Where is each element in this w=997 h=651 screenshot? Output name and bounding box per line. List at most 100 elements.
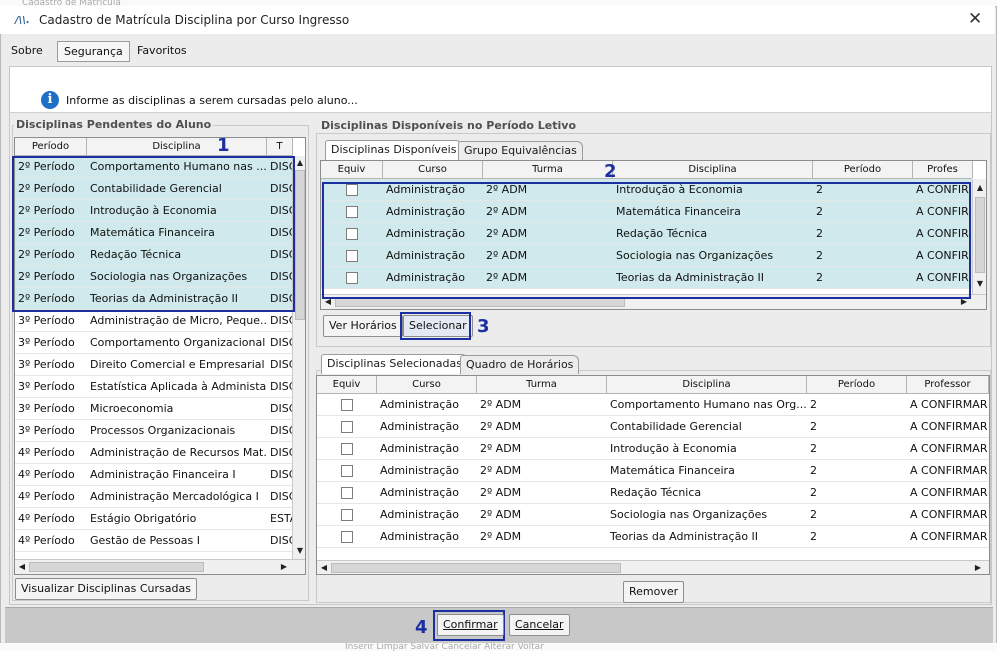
table-row[interactable]: 3º Período Estatística Aplicada à Adminis…	[15, 376, 292, 398]
cell-periodo: 4º Período	[18, 468, 75, 481]
equiv-checkbox[interactable]	[341, 509, 353, 521]
col-professor[interactable]: Professor	[907, 376, 989, 393]
table-row[interactable]: 3º Período Administração de Micro, Peque.…	[15, 310, 292, 332]
remover-button[interactable]: Remover	[623, 581, 685, 603]
col-disciplina[interactable]: Disciplina	[87, 138, 267, 155]
confirmar-button[interactable]: Confirmar	[437, 614, 504, 636]
selecionadas-header: Equiv Curso Turma Disciplina Período Pro…	[317, 376, 989, 394]
menu-sobre[interactable]: Sobre	[5, 41, 49, 62]
visualizar-cursadas-button[interactable]: Visualizar Disciplinas Cursadas	[15, 578, 197, 600]
table-row[interactable]: Administração 2º ADM Sociologia nas Organi…	[317, 504, 989, 526]
tab-disciplinas-selecionadas[interactable]: Disciplinas Selecionadas	[321, 354, 468, 374]
cell-disciplina: Matemática Financeira	[610, 464, 735, 477]
table-row[interactable]: Administração 2º ADM Contabilidade Gerenci…	[317, 416, 989, 438]
col-turma[interactable]: Turma	[477, 376, 607, 393]
col-curso[interactable]: Curso	[377, 376, 477, 393]
cancelar-button[interactable]: Cancelar	[509, 614, 570, 636]
equiv-checkbox[interactable]	[341, 443, 353, 455]
selecionadas-hscroll[interactable]: ◀ ▶	[317, 560, 989, 574]
close-icon[interactable]: ✕	[968, 9, 982, 29]
table-row[interactable]: Administração 2º ADM Introdução à Economia…	[317, 438, 989, 460]
menu-bar: Sobre Segurança Favoritos	[5, 38, 993, 64]
cell-t: DISC	[270, 446, 292, 459]
cell-disciplina: Administração de Recursos Mat...	[90, 446, 267, 459]
col-periodo[interactable]: Período	[15, 138, 87, 155]
pendentes-vscroll-thumb[interactable]	[295, 170, 305, 320]
table-row[interactable]: 4º Período Administração Financeira I DISC	[15, 464, 292, 486]
scroll-right-icon[interactable]: ▶	[973, 563, 983, 573]
cell-curso: Administração	[380, 398, 459, 411]
cell-disciplina: Introdução à Economia	[610, 442, 737, 455]
cell-periodo: 3º Período	[18, 336, 75, 349]
cell-t: DISC	[270, 314, 292, 327]
title-bar: /\\. Cadastro de Matrícula Disciplina po…	[0, 6, 995, 34]
cell-turma: 2º ADM	[480, 442, 522, 455]
cell-periodo: 4º Período	[18, 490, 75, 503]
col-periodo[interactable]: Período	[807, 376, 907, 393]
col-equiv[interactable]: Equiv	[321, 161, 383, 178]
equiv-checkbox[interactable]	[341, 465, 353, 477]
annotation-number-1: 1	[217, 135, 230, 156]
col-disciplina[interactable]: Disciplina	[607, 376, 807, 393]
equiv-checkbox[interactable]	[341, 421, 353, 433]
tab-disciplinas-disponiveis[interactable]: Disciplinas Disponíveis	[325, 140, 463, 160]
pendentes-hscroll-thumb[interactable]	[29, 562, 204, 572]
ver-horarios-button[interactable]: Ver Horários	[323, 315, 403, 337]
menu-favoritos[interactable]: Favoritos	[131, 41, 193, 62]
equiv-checkbox[interactable]	[341, 531, 353, 543]
scroll-left-icon[interactable]: ◀	[319, 563, 329, 573]
table-row[interactable]: 3º Período Microeconomia DISC	[15, 398, 292, 420]
cell-curso: Administração	[380, 420, 459, 433]
table-row[interactable]: Administração 2º ADM Teorias da Administra…	[317, 526, 989, 548]
table-row[interactable]: 3º Período Processos Organizacionais DISC	[15, 420, 292, 442]
col-professor[interactable]: Profes	[913, 161, 973, 178]
cell-professor: A CONFIRMAR	[910, 442, 988, 455]
equiv-checkbox[interactable]	[341, 399, 353, 411]
col-turma[interactable]: Turma	[483, 161, 613, 178]
annotation-number-2: 2	[604, 161, 617, 182]
table-row[interactable]: 4º Período Administração Mercadológica I D…	[15, 486, 292, 508]
col-disciplina[interactable]: Disciplina	[613, 161, 813, 178]
tab-quadro-horarios[interactable]: Quadro de Horários	[460, 355, 580, 374]
cell-t: DISC	[270, 490, 292, 503]
cell-periodo: 2	[810, 486, 817, 499]
cell-turma: 2º ADM	[480, 464, 522, 477]
disponiveis-vscroll[interactable]: ▲ ▼	[972, 179, 986, 294]
table-row[interactable]: 4º Período Gestão de Pessoas I DISC	[15, 530, 292, 552]
table-row[interactable]: 4º Período Administração de Recursos Mat.…	[15, 442, 292, 464]
scroll-down-icon[interactable]: ▼	[295, 546, 305, 556]
col-curso[interactable]: Curso	[383, 161, 483, 178]
menu-seguranca[interactable]: Segurança	[57, 41, 130, 62]
table-row[interactable]: 3º Período Comportamento Organizacional DI…	[15, 332, 292, 354]
scroll-up-icon[interactable]: ▲	[295, 158, 305, 168]
selecionadas-hscroll-thumb[interactable]	[331, 563, 621, 573]
selecionadas-table: Equiv Curso Turma Disciplina Período Pro…	[316, 375, 990, 575]
table-row[interactable]: 4º Período Estágio Obrigatório ESTA	[15, 508, 292, 530]
disponiveis-vscroll-thumb[interactable]	[975, 197, 985, 273]
scroll-up-icon[interactable]: ▲	[975, 183, 985, 193]
equiv-checkbox[interactable]	[341, 487, 353, 499]
table-row[interactable]: Administração 2º ADM Matemática Financeira…	[317, 460, 989, 482]
col-t[interactable]: T	[267, 138, 293, 155]
cell-disciplina: Comportamento Humano nas Org...	[610, 398, 807, 411]
col-periodo[interactable]: Período	[813, 161, 913, 178]
col-equiv[interactable]: Equiv	[317, 376, 377, 393]
cell-disciplina: Gestão de Pessoas I	[90, 534, 200, 547]
dialog-content: i Informe as disciplinas a serem cursada…	[9, 66, 992, 605]
cell-periodo: 2	[810, 464, 817, 477]
scroll-left-icon[interactable]: ◀	[17, 562, 27, 572]
scroll-down-icon[interactable]: ▼	[975, 279, 985, 289]
cell-turma: 2º ADM	[480, 398, 522, 411]
pendentes-hscroll[interactable]: ◀ ▶	[15, 559, 305, 574]
cell-turma: 2º ADM	[480, 530, 522, 543]
table-row[interactable]: Administração 2º ADM Redação Técnica 2 A CON…	[317, 482, 989, 504]
cell-periodo: 3º Período	[18, 358, 75, 371]
cell-periodo: 3º Período	[18, 314, 75, 327]
tab-grupo-equivalencias[interactable]: Grupo Equivalências	[458, 141, 583, 160]
table-row[interactable]: Administração 2º ADM Comportamento Humano …	[317, 394, 989, 416]
table-row[interactable]: 3º Período Direito Comercial e Empresaria…	[15, 354, 292, 376]
app-logo-icon: /\\.	[15, 15, 30, 26]
pendentes-header: Período Disciplina T	[15, 138, 293, 156]
scroll-right-icon[interactable]: ▶	[279, 562, 289, 572]
cell-disciplina: Redação Técnica	[610, 486, 702, 499]
